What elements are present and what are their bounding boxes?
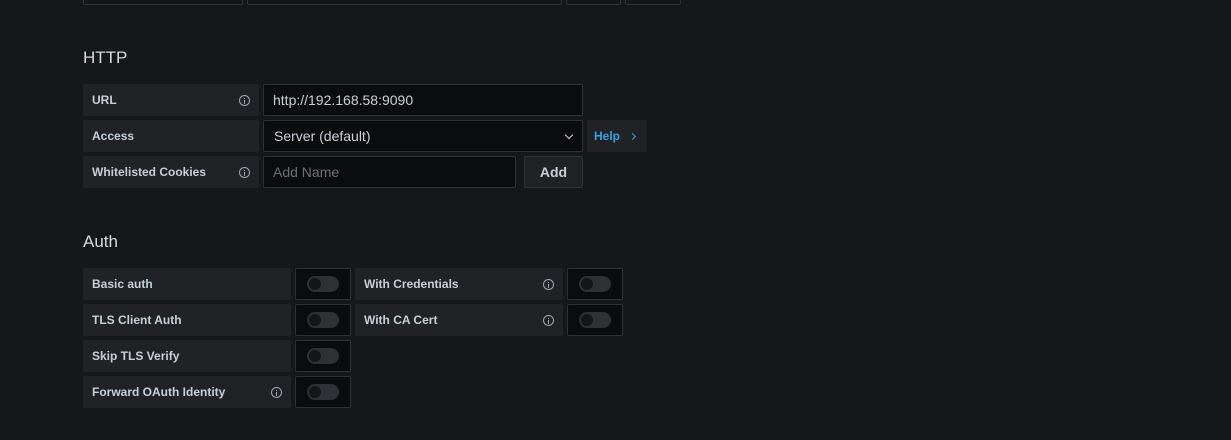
toggle-switch[interactable] (579, 276, 611, 292)
with-credentials-label: With Credentials (355, 268, 563, 300)
tls-client-auth-label-text: TLS Client Auth (92, 313, 182, 327)
basic-auth-label-text: Basic auth (92, 277, 153, 291)
info-icon[interactable] (543, 278, 554, 290)
with-ca-cert-toggle[interactable] (567, 304, 623, 336)
toggle-knob (309, 386, 321, 398)
auth-section-title: Auth (83, 232, 118, 251)
toggle-knob (581, 278, 593, 290)
forward-oauth-label: Forward OAuth Identity (83, 376, 291, 408)
previous-button-cut[interactable] (625, 0, 681, 5)
url-label: URL (83, 84, 259, 116)
url-input[interactable]: http://192.168.58:9090 (263, 84, 583, 116)
with-credentials-label-text: With Credentials (364, 277, 459, 291)
info-icon[interactable] (543, 314, 554, 326)
previous-input-cut[interactable] (247, 0, 562, 5)
with-credentials-toggle[interactable] (567, 268, 623, 300)
toggle-knob (309, 278, 321, 290)
info-icon[interactable] (239, 94, 250, 106)
access-label-text: Access (92, 129, 135, 143)
basic-auth-toggle[interactable] (295, 268, 351, 300)
access-select-value: Server (default) (274, 128, 371, 144)
toggle-switch[interactable] (579, 312, 611, 328)
skip-tls-verify-toggle[interactable] (295, 340, 351, 372)
chevron-down-icon (564, 130, 574, 139)
toggle-knob (309, 350, 321, 362)
whitelisted-cookies-label: Whitelisted Cookies (83, 156, 259, 188)
toggle-knob (581, 314, 593, 326)
help-button-label: Help (594, 129, 621, 143)
whitelisted-cookies-label-text: Whitelisted Cookies (92, 165, 207, 179)
forward-oauth-label-text: Forward OAuth Identity (92, 385, 226, 399)
with-ca-cert-label-text: With CA Cert (364, 313, 438, 327)
add-cookie-button[interactable]: Add (524, 156, 583, 188)
with-ca-cert-label: With CA Cert (355, 304, 563, 336)
basic-auth-label: Basic auth (83, 268, 291, 300)
url-label-text: URL (92, 93, 117, 107)
tls-client-auth-label: TLS Client Auth (83, 304, 291, 336)
previous-field-cut[interactable] (566, 0, 621, 5)
forward-oauth-toggle[interactable] (295, 376, 351, 408)
toggle-switch[interactable] (307, 384, 339, 400)
info-icon[interactable] (239, 166, 250, 178)
toggle-switch[interactable] (307, 348, 339, 364)
access-select[interactable]: Server (default) (263, 120, 583, 152)
help-button[interactable]: Help (587, 120, 647, 152)
previous-label-cut (83, 0, 243, 5)
info-icon[interactable] (271, 386, 282, 398)
cookie-name-input[interactable] (263, 156, 516, 188)
toggle-switch[interactable] (307, 312, 339, 328)
skip-tls-verify-label-text: Skip TLS Verify (92, 349, 180, 363)
access-label: Access (83, 120, 259, 152)
skip-tls-verify-label: Skip TLS Verify (83, 340, 291, 372)
chevron-right-icon (628, 132, 637, 140)
http-section-title: HTTP (83, 48, 128, 67)
toggle-knob (309, 314, 321, 326)
tls-client-auth-toggle[interactable] (295, 304, 351, 336)
toggle-switch[interactable] (307, 276, 339, 292)
